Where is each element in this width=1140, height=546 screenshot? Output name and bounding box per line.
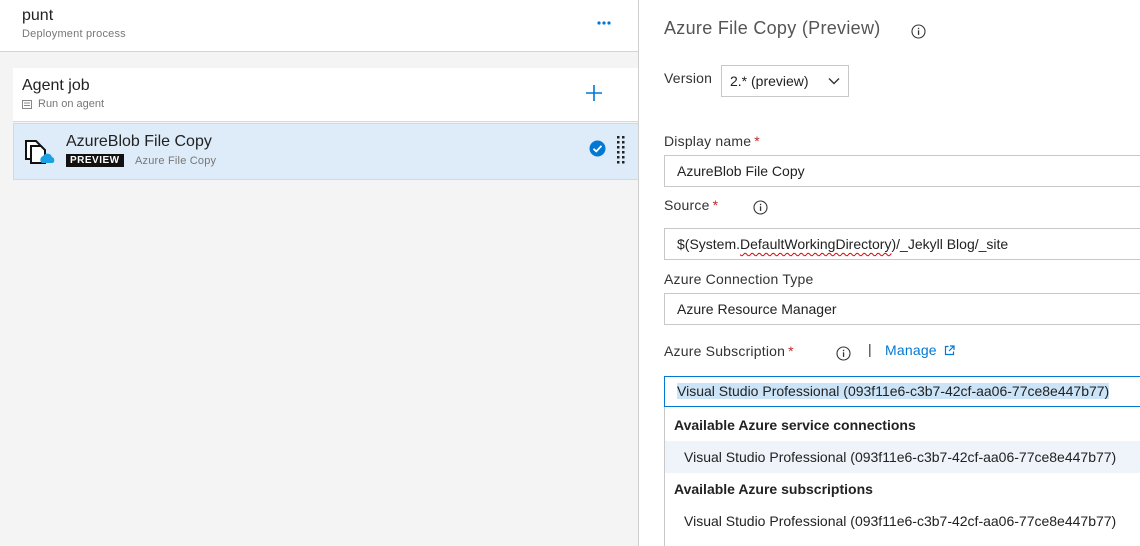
display-name-input[interactable]: AzureBlob File Copy <box>664 155 1140 187</box>
connection-type-select[interactable]: Azure Resource Manager <box>664 293 1140 325</box>
source-label-text: Source <box>664 197 710 213</box>
info-icon[interactable] <box>753 200 768 215</box>
task-properties-panel: Azure File Copy (Preview) Version 2.* (p… <box>639 0 1140 546</box>
task-subtitle: Azure File Copy <box>135 155 217 167</box>
subscription-combobox[interactable]: Visual Studio Professional (093f11e6-c3b… <box>664 376 1140 407</box>
plus-icon <box>586 85 602 101</box>
pipeline-panel: punt Deployment process Agent job Run on… <box>0 0 638 546</box>
dropdown-option[interactable]: Visual Studio Professional (093f11e6-c3b… <box>665 441 1140 473</box>
manage-label: Manage <box>885 342 937 358</box>
subscription-selected-text: Visual Studio Professional (093f11e6-c3b… <box>677 383 1110 399</box>
source-value-misspelled: DefaultWorkingDirectory <box>740 236 892 252</box>
subscription-label-text: Azure Subscription <box>664 343 786 359</box>
source-input[interactable]: $(System.DefaultWorkingDirectory)/_Jekyl… <box>664 228 1140 260</box>
version-label: Version <box>664 70 713 86</box>
required-marker: * <box>712 197 719 213</box>
display-name-label-text: Display name <box>664 133 752 149</box>
source-value-prefix: $(System. <box>677 236 741 252</box>
source-value-suffix: )/_Jekyll Blog/_site <box>891 236 1009 252</box>
pipeline-subtitle: Deployment process <box>22 28 126 40</box>
subscription-dropdown: Available Azure service connections Visu… <box>664 407 1140 546</box>
file-copy-icon <box>25 140 55 164</box>
task-row-azureblob-file-copy[interactable]: AzureBlob File Copy PREVIEW Azure File C… <box>13 123 638 180</box>
required-marker: * <box>754 133 760 149</box>
drag-handle-icon[interactable] <box>617 136 625 164</box>
connection-type-label: Azure Connection Type <box>664 271 814 287</box>
display-name-label: Display name * <box>664 133 760 149</box>
source-label: Source * <box>664 197 718 213</box>
agent-icon <box>22 99 32 109</box>
add-task-button[interactable] <box>582 81 606 105</box>
pipeline-header: punt Deployment process <box>0 0 638 52</box>
manage-link[interactable]: Manage <box>885 342 955 358</box>
ellipsis-icon <box>597 21 611 25</box>
task-title: AzureBlob File Copy <box>66 133 212 150</box>
check-circle-icon <box>589 140 606 157</box>
more-options-button[interactable] <box>595 12 613 32</box>
dropdown-option[interactable]: Visual Studio Professional (093f11e6-c3b… <box>665 505 1140 537</box>
agent-job-title: Agent job <box>22 77 90 94</box>
external-link-icon <box>944 344 955 355</box>
version-value: 2.* (preview) <box>730 73 809 89</box>
group-header-subscriptions: Available Azure subscriptions <box>674 481 873 497</box>
panel-title: Azure File Copy (Preview) <box>664 18 881 38</box>
info-icon[interactable] <box>911 24 926 39</box>
agent-job-subtitle-row: Run on agent <box>22 98 104 110</box>
info-icon[interactable] <box>836 346 851 361</box>
group-header-service-connections: Available Azure service connections <box>674 417 916 433</box>
preview-badge: PREVIEW <box>66 154 124 167</box>
subscription-label: Azure Subscription * <box>664 343 794 359</box>
chevron-down-icon <box>828 78 840 85</box>
pipeline-name: punt <box>22 7 54 24</box>
version-select[interactable]: 2.* (preview) <box>721 65 849 97</box>
agent-job-subtitle: Run on agent <box>38 98 105 110</box>
required-marker: * <box>788 343 794 359</box>
separator: | <box>868 341 872 357</box>
agent-job-row[interactable]: Agent job Run on agent <box>13 68 638 122</box>
